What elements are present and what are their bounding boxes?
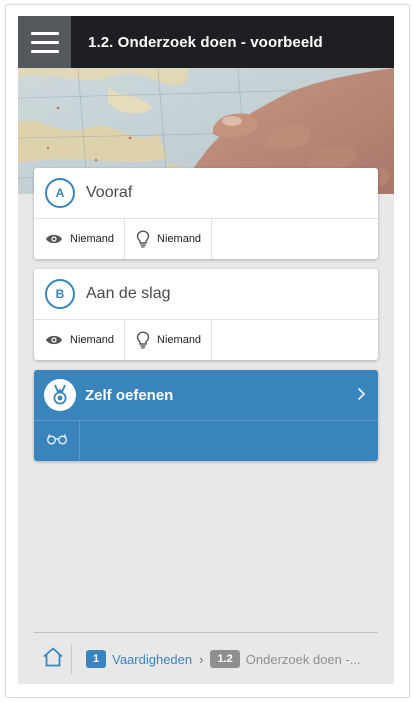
lightbulb-icon — [136, 230, 150, 248]
section-title: Vooraf — [86, 184, 133, 201]
section-title: Aan de slag — [86, 285, 171, 302]
breadcrumb-current: Onderzoek doen -... — [245, 651, 361, 667]
home-button[interactable] — [34, 644, 72, 674]
app-screen: 1.2. Onderzoek doen - voorbeeld A Vooraf… — [18, 16, 394, 684]
top-bar: 1.2. Onderzoek doen - voorbeeld — [18, 16, 394, 68]
breadcrumb-link-vaardigheden[interactable]: Vaardigheden — [112, 652, 192, 667]
lightbulb-icon — [136, 331, 150, 349]
medal-icon — [44, 379, 76, 411]
breadcrumb-number: 1 — [86, 650, 107, 668]
hints-label: Niemand — [157, 233, 202, 245]
section-stats: Niemand Niemand — [34, 218, 378, 259]
hints-label: Niemand — [157, 334, 202, 346]
breadcrumb-number: 1.2 — [210, 650, 240, 668]
eye-icon — [45, 233, 63, 245]
breadcrumb: 1 Vaardigheden › 1.2 Onderzoek doen -... — [34, 642, 378, 676]
practice-header[interactable]: Zelf oefenen — [34, 370, 378, 420]
section-badge: A — [45, 178, 75, 208]
views-stat[interactable]: Niemand — [34, 320, 126, 360]
page-title: 1.2. Onderzoek doen - voorbeeld — [88, 33, 323, 51]
breadcrumb-chevron-icon: › — [199, 651, 204, 667]
views-label: Niemand — [70, 233, 115, 245]
section-card-b: B Aan de slag Niemand Niemand — [34, 269, 378, 360]
practice-title: Zelf oefenen — [85, 386, 174, 404]
section-card-a: A Vooraf Niemand Niemand — [34, 168, 378, 259]
section-header-b[interactable]: B Aan de slag — [34, 269, 378, 319]
chevron-right-icon[interactable] — [357, 387, 366, 406]
eye-icon — [45, 334, 63, 346]
section-badge: B — [45, 279, 75, 309]
section-header-a[interactable]: A Vooraf — [34, 168, 378, 218]
practice-footer — [34, 420, 378, 461]
views-label: Niemand — [70, 334, 115, 346]
section-stats: Niemand Niemand — [34, 319, 378, 360]
glasses-icon — [46, 432, 68, 450]
hints-stat[interactable]: Niemand — [125, 320, 213, 360]
home-icon — [42, 647, 64, 672]
views-stat[interactable]: Niemand — [34, 219, 126, 259]
breadcrumb-divider — [34, 632, 378, 633]
hints-stat[interactable]: Niemand — [125, 219, 213, 259]
hamburger-icon — [30, 31, 59, 35]
menu-button[interactable] — [18, 16, 71, 68]
practice-card: Zelf oefenen — [34, 370, 378, 461]
glasses-button[interactable] — [34, 421, 80, 461]
